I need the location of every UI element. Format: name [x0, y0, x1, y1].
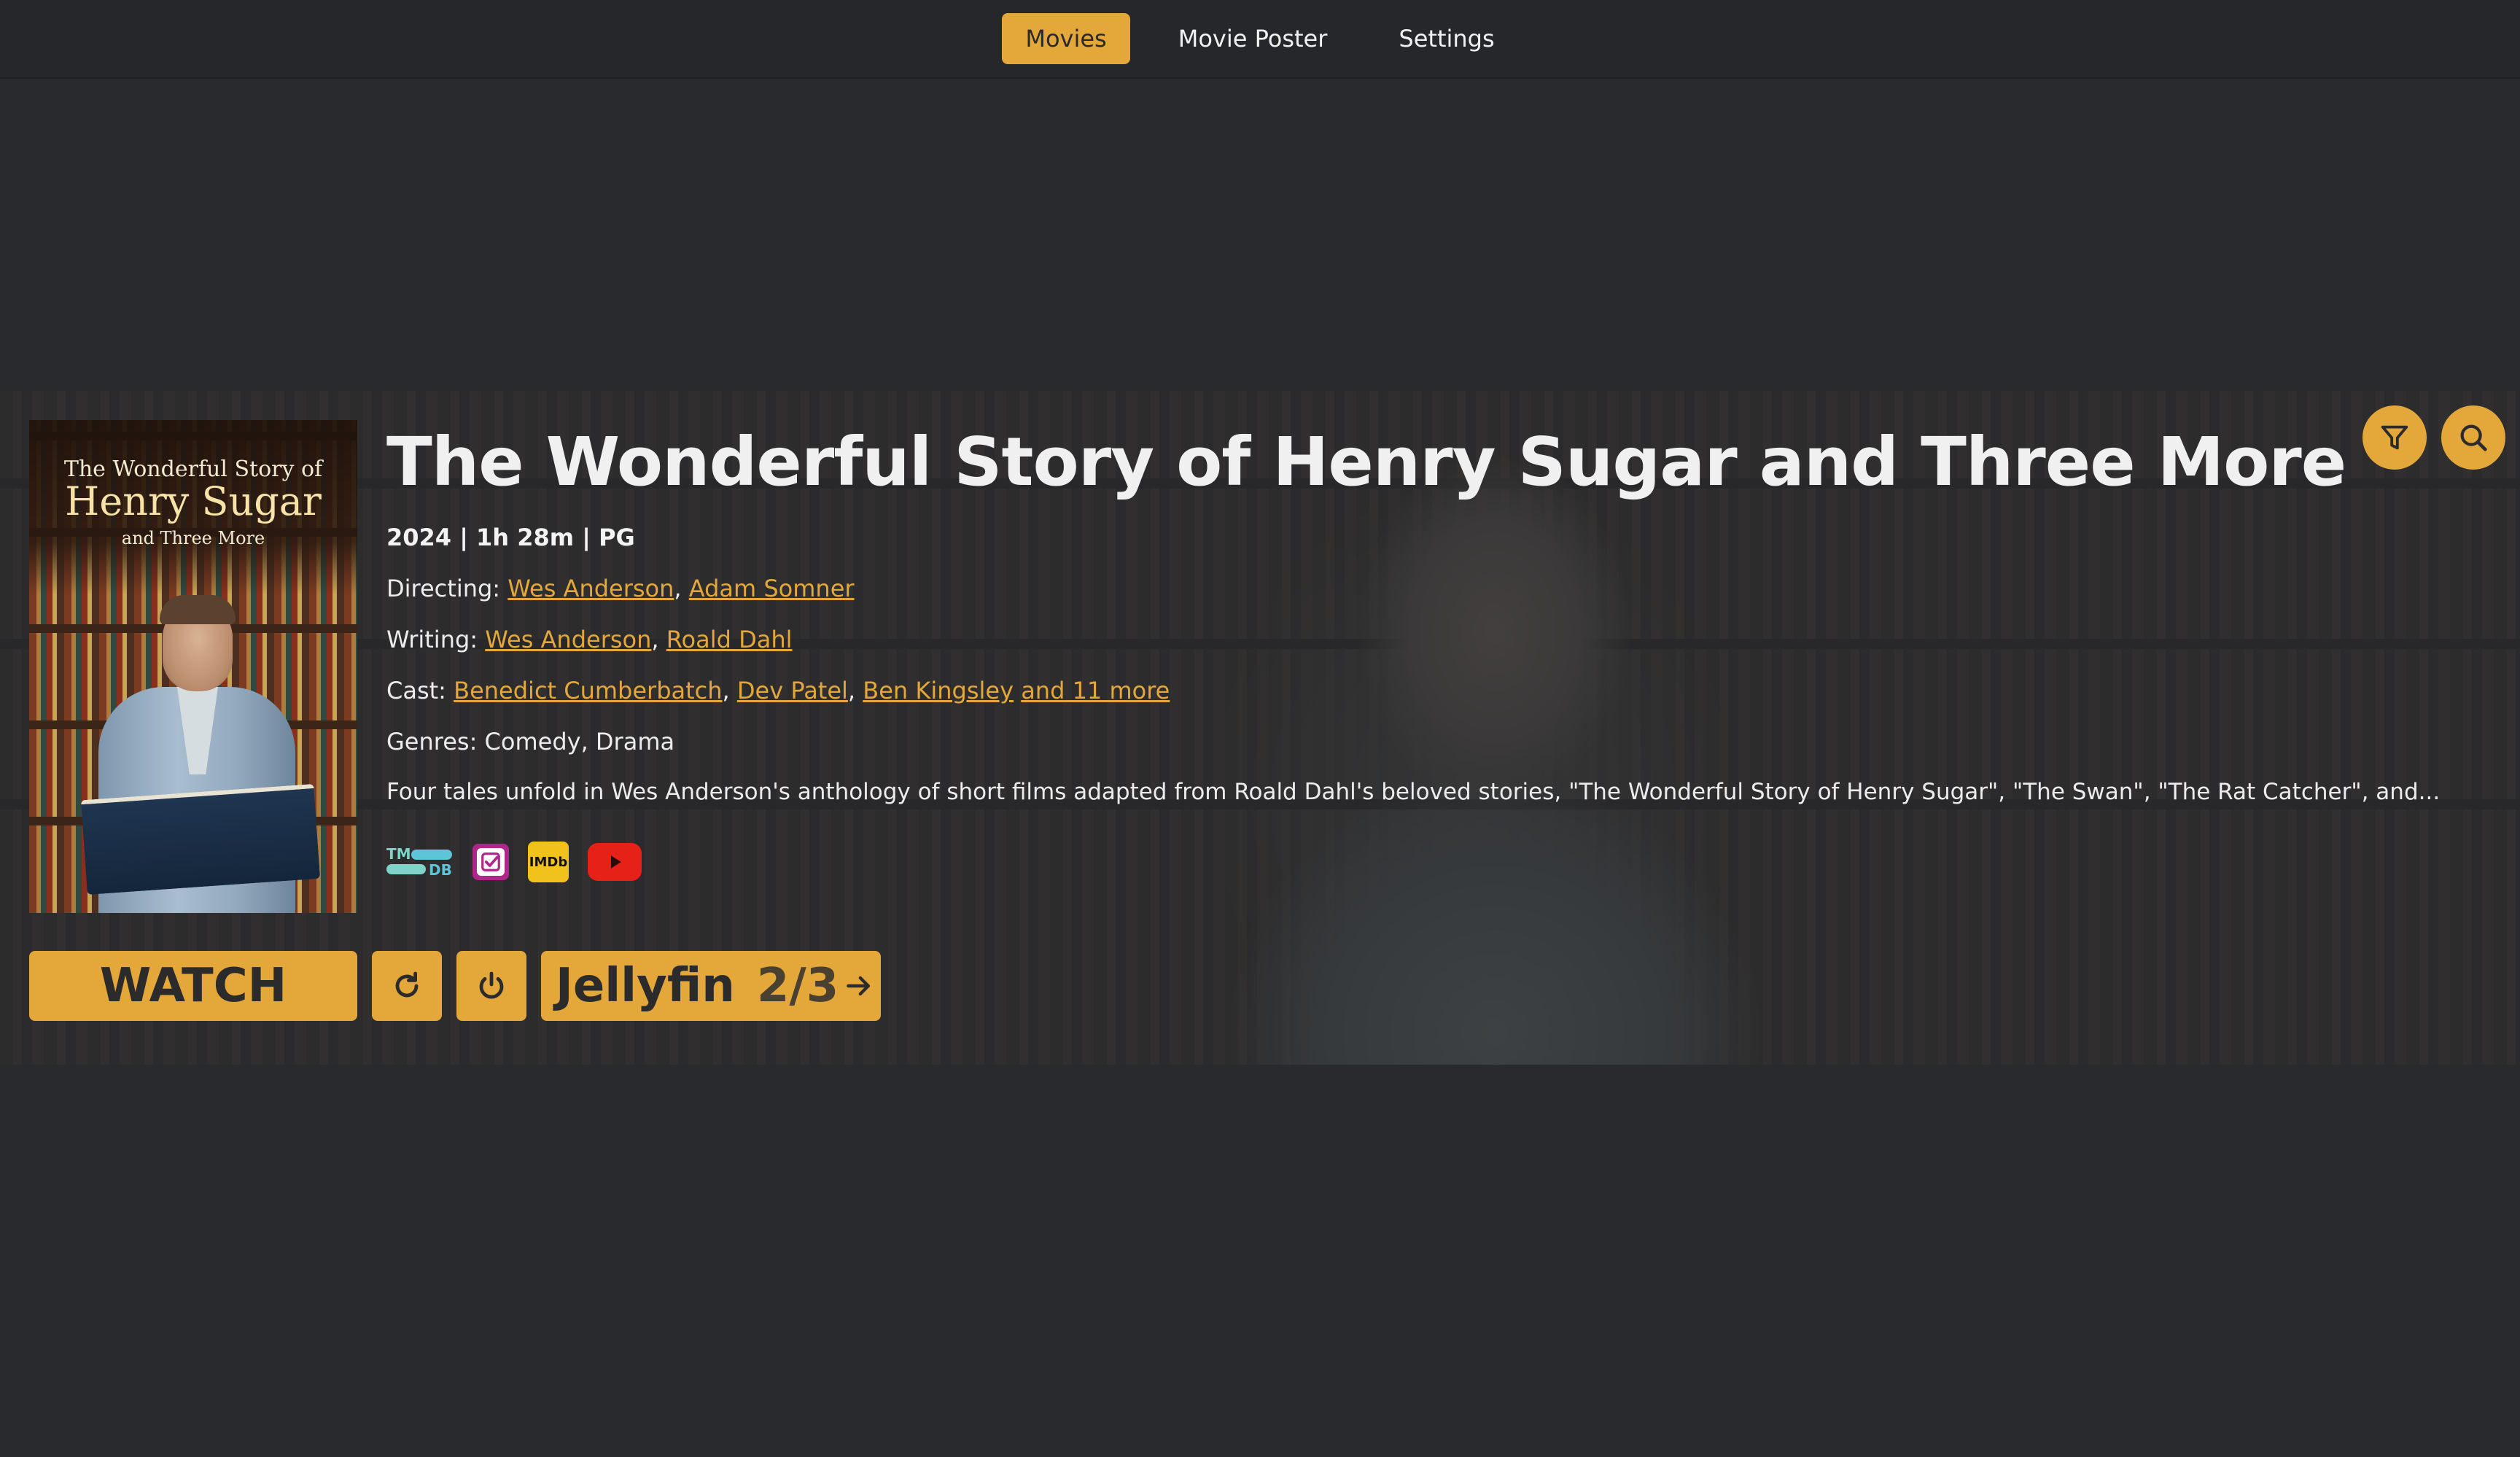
search-button[interactable]	[2441, 405, 2505, 470]
server-count: 2/3	[756, 959, 839, 1013]
poster-figure	[80, 595, 321, 913]
refresh-icon	[395, 971, 419, 998]
cast-link[interactable]: Dev Patel	[737, 677, 848, 704]
movie-hero: The Wonderful Story of Henry Sugar and T…	[0, 391, 2520, 1065]
tab-settings[interactable]: Settings	[1375, 13, 1517, 64]
poster-book	[80, 783, 321, 895]
imdb-icon[interactable]: IMDb	[528, 842, 569, 882]
tmdb-icon[interactable]: TM DB	[386, 845, 454, 879]
cast-label: Cast:	[386, 677, 446, 704]
arrow-right-icon	[843, 970, 875, 1002]
movie-poster[interactable]: The Wonderful Story of Henry Sugar and T…	[29, 420, 357, 913]
youtube-icon[interactable]	[588, 843, 642, 881]
directing-line: Directing: Wes Anderson, Adam Somner	[386, 575, 855, 602]
tmdb-bar	[386, 864, 426, 874]
tab-movies[interactable]: Movies	[1002, 13, 1130, 64]
tmdb-text-bottom: DB	[429, 861, 452, 879]
writer-link[interactable]: Wes Anderson	[485, 626, 651, 653]
cast-link[interactable]: Benedict Cumberbatch	[454, 677, 722, 704]
movie-meta: 2024 | 1h 28m | PG	[386, 524, 635, 551]
genres-value: Comedy, Drama	[484, 728, 675, 755]
poster-figure-hair	[160, 595, 236, 624]
server-name: Jellyfin	[556, 959, 735, 1013]
check-icon	[481, 852, 500, 871]
tab-movie-poster[interactable]: Movie Poster	[1155, 13, 1351, 64]
top-nav: Movies Movie Poster Settings	[0, 0, 2520, 79]
filter-icon	[2381, 425, 2408, 450]
cast-link[interactable]: Ben Kingsley	[863, 677, 1014, 704]
director-link[interactable]: Adam Somner	[689, 575, 855, 602]
writer-link[interactable]: Roald Dahl	[666, 626, 793, 653]
cast-more-link[interactable]: and 11 more	[1021, 677, 1170, 704]
check-box	[477, 848, 505, 876]
genres-line: Genres: Comedy, Drama	[386, 728, 674, 755]
director-link[interactable]: Wes Anderson	[508, 575, 674, 602]
writing-label: Writing:	[386, 626, 478, 653]
cast-line: Cast: Benedict Cumberbatch, Dev Patel, B…	[386, 677, 1170, 704]
tmdb-text-top: TM	[386, 845, 411, 863]
genres-label: Genres:	[386, 728, 478, 755]
letterboxd-check-icon[interactable]	[472, 844, 509, 880]
server-select-button[interactable]: Jellyfin 2/3	[541, 951, 881, 1021]
power-button[interactable]	[456, 951, 526, 1021]
play-icon	[611, 855, 621, 869]
movie-title: The Wonderful Story of Henry Sugar and T…	[386, 423, 2346, 501]
directing-label: Directing:	[386, 575, 501, 602]
tmdb-bar	[411, 850, 452, 860]
search-icon	[2460, 424, 2487, 451]
writing-line: Writing: Wes Anderson, Roald Dahl	[386, 626, 793, 653]
action-bar: WATCH Jellyfin 2/3	[29, 951, 881, 1021]
filter-button[interactable]	[2362, 405, 2427, 470]
external-links: TM DB IMDb	[386, 842, 642, 882]
refresh-button[interactable]	[372, 951, 442, 1021]
watch-button[interactable]: WATCH	[29, 951, 357, 1021]
poster-title-main: Henry Sugar	[65, 478, 322, 524]
poster-title-line: and Three More	[121, 528, 265, 548]
power-icon	[479, 971, 504, 999]
movie-overview: Four tales unfold in Wes Anderson's anth…	[386, 779, 2441, 805]
